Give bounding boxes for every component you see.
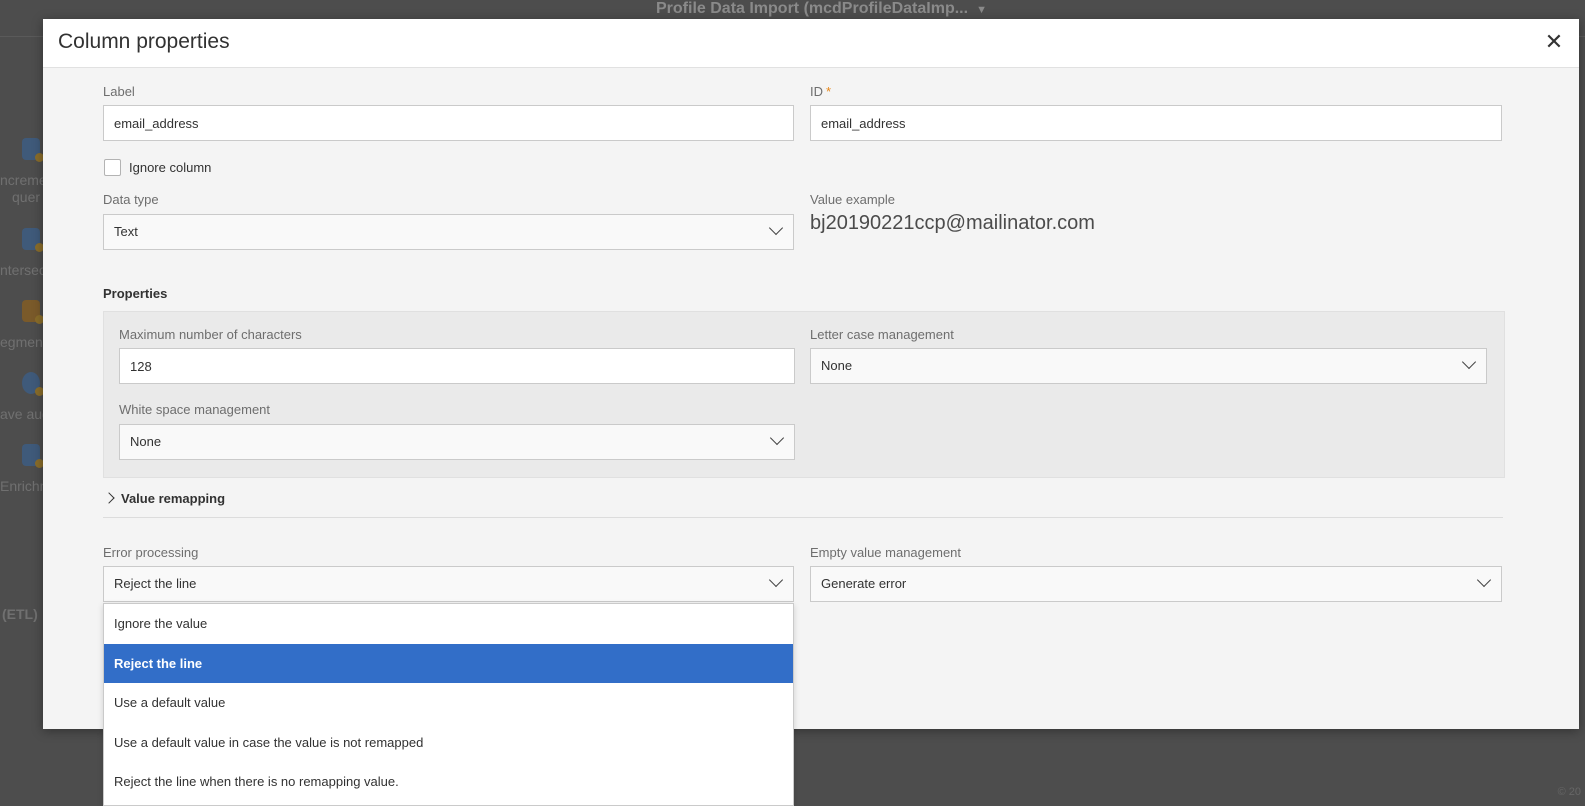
palette-label: ave aud bbox=[0, 406, 44, 422]
properties-heading: Properties bbox=[103, 286, 168, 301]
palette-label: Enrichm bbox=[0, 478, 44, 494]
chevron-down-icon bbox=[768, 572, 784, 588]
data-type-label: Data type bbox=[103, 192, 159, 207]
letter-case-value: None bbox=[821, 358, 853, 373]
palette-label: quer bbox=[12, 189, 41, 205]
chevron-right-icon bbox=[103, 492, 115, 504]
option-ignore-value[interactable]: Ignore the value bbox=[104, 604, 793, 644]
empty-value-label: Empty value management bbox=[810, 545, 962, 560]
app-title[interactable]: Profile Data Import (mcdProfileDataImp..… bbox=[656, 0, 987, 18]
white-space-select[interactable]: None bbox=[119, 424, 795, 460]
ignore-column-label[interactable]: Ignore column bbox=[129, 160, 211, 175]
section-divider bbox=[103, 517, 1503, 518]
value-remapping-toggle[interactable]: Value remapping bbox=[103, 491, 225, 506]
value-example-label: Value example bbox=[810, 192, 896, 207]
error-processing-label: Error processing bbox=[103, 545, 199, 560]
letter-case-select[interactable]: None bbox=[810, 348, 1487, 384]
chevron-down-icon bbox=[769, 430, 785, 446]
id-input[interactable] bbox=[810, 105, 1502, 141]
dialog-header: Column properties ✕ bbox=[43, 19, 1579, 68]
empty-value-select[interactable]: Generate error bbox=[810, 566, 1502, 602]
user-icon bbox=[22, 372, 44, 396]
palette-label: ncreme bbox=[0, 172, 44, 188]
palette-item-enrichment[interactable]: Enrichm bbox=[0, 444, 44, 494]
chevron-down-icon bbox=[1461, 354, 1477, 370]
empty-value-value: Generate error bbox=[821, 576, 907, 591]
option-reject-line[interactable]: Reject the line bbox=[104, 643, 793, 683]
max-chars-input[interactable] bbox=[119, 348, 795, 384]
close-icon[interactable]: ✕ bbox=[1543, 31, 1565, 53]
label-input[interactable] bbox=[103, 105, 794, 141]
database-icon bbox=[22, 444, 44, 468]
etl-label: (ETL) bbox=[2, 606, 38, 622]
white-space-value: None bbox=[130, 434, 162, 449]
chevron-down-icon: ▼ bbox=[976, 4, 987, 16]
value-remapping-label: Value remapping bbox=[121, 491, 226, 506]
palette-item-save-audience[interactable]: ave aud bbox=[0, 372, 44, 422]
data-type-value: Text bbox=[114, 224, 138, 239]
palette-item-intersection[interactable]: ntersec bbox=[0, 228, 44, 278]
option-default-value[interactable]: Use a default value bbox=[104, 683, 793, 723]
required-mark: * bbox=[826, 84, 832, 99]
properties-panel: Maximum number of characters Letter case… bbox=[103, 311, 1505, 478]
palette-label: ntersec bbox=[0, 262, 44, 278]
database-icon bbox=[22, 138, 44, 162]
id-label-text: ID bbox=[810, 84, 823, 99]
database-icon bbox=[22, 228, 44, 252]
id-field-label: ID * bbox=[810, 84, 831, 99]
ignore-column-checkbox[interactable] bbox=[104, 159, 121, 176]
letter-case-label: Letter case management bbox=[810, 327, 954, 342]
palette-label: egmen bbox=[0, 334, 43, 350]
error-processing-options: Ignore the value Reject the line Use a d… bbox=[103, 603, 794, 806]
error-processing-value: Reject the line bbox=[114, 576, 197, 591]
database-icon bbox=[22, 300, 44, 324]
copyright-text: © 20 bbox=[1557, 786, 1581, 798]
option-reject-no-remapping[interactable]: Reject the line when there is no remappi… bbox=[104, 762, 793, 802]
value-example-text: bj20190221ccp@mailinator.com bbox=[810, 212, 1095, 234]
data-type-select[interactable]: Text bbox=[103, 214, 794, 250]
dialog-title: Column properties bbox=[58, 30, 230, 53]
chevron-down-icon bbox=[768, 220, 784, 236]
palette-item-segmentation[interactable]: egmen bbox=[0, 300, 44, 350]
error-processing-select[interactable]: Reject the line bbox=[103, 566, 794, 602]
white-space-label: White space management bbox=[119, 402, 271, 417]
option-default-value-not-remapped[interactable]: Use a default value in case the value is… bbox=[104, 723, 793, 763]
app-title-text: Profile Data Import (mcdProfileDataImp..… bbox=[656, 0, 969, 17]
label-field-label: Label bbox=[103, 84, 135, 99]
chevron-down-icon bbox=[1476, 572, 1492, 588]
max-chars-label: Maximum number of characters bbox=[119, 327, 302, 342]
palette-item-incremental-query[interactable]: ncreme quer bbox=[0, 138, 44, 208]
